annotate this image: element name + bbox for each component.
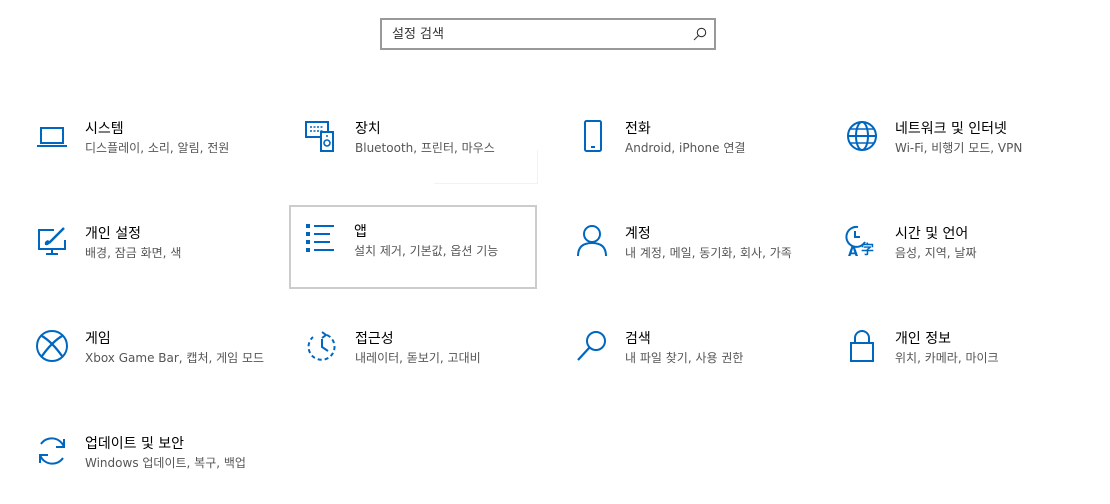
settings-category-grid: 시스템 디스플레이, 소리, 알림, 전원 장치 Bluetooth, 프린터,… bbox=[0, 0, 1110, 501]
tile-title: 시간 및 언어 bbox=[895, 226, 969, 242]
tile-title: 접근성 bbox=[355, 331, 394, 347]
tile-description: 위치, 카메라, 마이크 bbox=[895, 351, 999, 365]
tile-devices[interactable]: 장치 Bluetooth, 프린터, 마우스 bbox=[290, 107, 538, 189]
devices-icon bbox=[304, 118, 340, 154]
tile-title: 개인 설정 bbox=[85, 226, 141, 242]
tile-description: 내 파일 찾기, 사용 권한 bbox=[625, 351, 744, 365]
tile-update-security[interactable]: 업데이트 및 보안 Windows 업데이트, 복구, 백업 bbox=[20, 422, 268, 504]
tile-title: 전화 bbox=[625, 121, 651, 137]
tile-system[interactable]: 시스템 디스플레이, 소리, 알림, 전원 bbox=[20, 107, 268, 189]
tile-title: 업데이트 및 보안 bbox=[85, 436, 185, 452]
tile-description: 배경, 잠금 화면, 색 bbox=[85, 246, 182, 260]
phone-icon bbox=[574, 118, 610, 154]
tile-description: 디스플레이, 소리, 알림, 전원 bbox=[85, 141, 230, 155]
tile-title: 개인 정보 bbox=[895, 331, 951, 347]
tile-title: 계정 bbox=[625, 226, 651, 242]
globe-icon bbox=[844, 118, 880, 154]
person-icon bbox=[574, 223, 610, 259]
tile-title: 시스템 bbox=[85, 121, 124, 137]
tile-description: Wi-Fi, 비행기 모드, VPN bbox=[895, 141, 1023, 155]
tile-search[interactable]: 검색 내 파일 찾기, 사용 권한 bbox=[560, 317, 808, 399]
tile-network[interactable]: 네트워크 및 인터넷 Wi-Fi, 비행기 모드, VPN bbox=[830, 107, 1078, 189]
laptop-icon bbox=[34, 118, 70, 154]
tile-title: 앱 bbox=[354, 224, 367, 240]
sync-icon bbox=[34, 433, 70, 469]
tile-description: Android, iPhone 연결 bbox=[625, 141, 746, 155]
tile-description: Windows 업데이트, 복구, 백업 bbox=[85, 456, 246, 470]
svg-text:字: 字 bbox=[861, 242, 874, 258]
personalization-icon bbox=[34, 223, 70, 259]
tile-description: Bluetooth, 프린터, 마우스 bbox=[355, 141, 495, 155]
tile-description: 내레이터, 돋보기, 고대비 bbox=[355, 351, 481, 365]
tile-phone[interactable]: 전화 Android, iPhone 연결 bbox=[560, 107, 808, 189]
tile-accounts[interactable]: 계정 내 계정, 메일, 동기화, 회사, 가족 bbox=[560, 212, 808, 294]
tile-apps[interactable]: 앱 설치 제거, 기본값, 옵션 기능 bbox=[289, 205, 537, 289]
tile-title: 네트워크 및 인터넷 bbox=[895, 121, 1007, 137]
tile-ease-of-access[interactable]: 접근성 내레이터, 돋보기, 고대비 bbox=[290, 317, 538, 399]
xbox-icon bbox=[34, 328, 70, 364]
tile-description: 내 계정, 메일, 동기화, 회사, 가족 bbox=[625, 246, 792, 260]
search-icon bbox=[574, 328, 610, 364]
tile-description: 설치 제거, 기본값, 옵션 기능 bbox=[354, 244, 499, 258]
tile-privacy[interactable]: 개인 정보 위치, 카메라, 마이크 bbox=[830, 317, 1078, 399]
tile-title: 장치 bbox=[355, 121, 381, 137]
tile-personalization[interactable]: 개인 설정 배경, 잠금 화면, 색 bbox=[20, 212, 268, 294]
lock-icon bbox=[844, 328, 880, 364]
time-language-icon: A字 bbox=[844, 223, 880, 259]
tile-gaming[interactable]: 게임 Xbox Game Bar, 캡처, 게임 모드 bbox=[20, 317, 268, 399]
apps-list-icon bbox=[303, 221, 339, 257]
ease-of-access-icon bbox=[304, 328, 340, 364]
tile-description: Xbox Game Bar, 캡처, 게임 모드 bbox=[85, 351, 265, 365]
tile-title: 게임 bbox=[85, 331, 111, 347]
tile-time-language[interactable]: A字 시간 및 언어 음성, 지역, 날짜 bbox=[830, 212, 1078, 294]
svg-text:A: A bbox=[848, 245, 858, 259]
tile-description: 음성, 지역, 날짜 bbox=[895, 246, 977, 260]
tile-title: 검색 bbox=[625, 331, 651, 347]
